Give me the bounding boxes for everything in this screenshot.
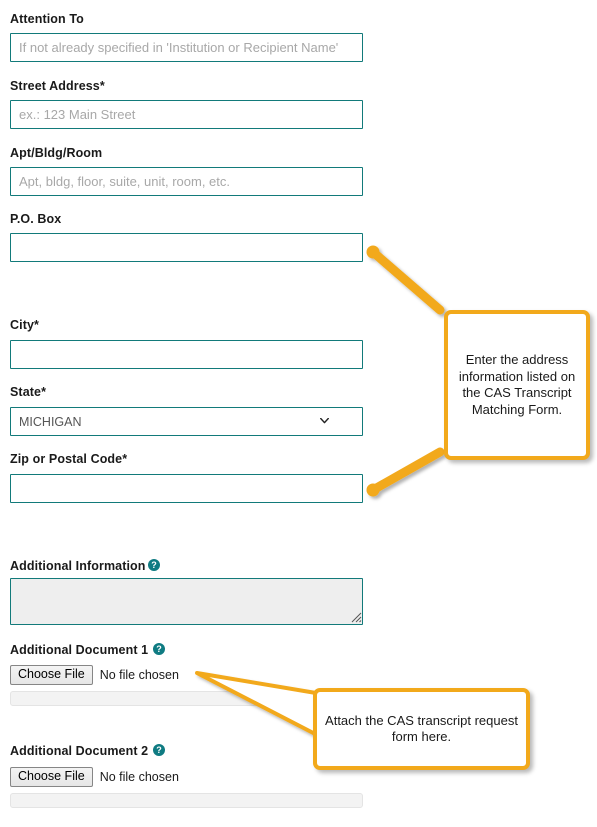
address-callout[interactable]: Enter the address information listed on … (444, 310, 590, 460)
label-additional-document-2: Additional Document 2 (10, 744, 149, 758)
upload-progress-bar-1 (10, 691, 363, 706)
attach-callout-text: Attach the CAS transcript request form h… (325, 712, 518, 745)
input-attention-to[interactable] (10, 33, 363, 62)
label-street-address: Street Address* (10, 79, 105, 93)
select-state[interactable]: MICHIGAN (10, 407, 363, 436)
file-row-additional-document-2: Choose File No file chosen (10, 767, 179, 787)
label-apt-bldg-room: Apt/Bldg/Room (10, 146, 103, 160)
input-po-box[interactable] (10, 233, 363, 262)
upload-progress-bar-2 (10, 793, 363, 808)
textarea-additional-information[interactable] (10, 578, 363, 625)
file-row-additional-document-1: Choose File No file chosen (10, 665, 179, 685)
choose-file-button-2[interactable]: Choose File (10, 767, 93, 787)
label-state: State* (10, 385, 47, 399)
state-select-wrap: MICHIGAN (0, 407, 373, 436)
help-icon-additional-information[interactable]: ? (148, 559, 160, 571)
file-status-2: No file chosen (99, 770, 179, 784)
input-zip-postal-code[interactable] (10, 474, 363, 503)
attach-callout[interactable]: Attach the CAS transcript request form h… (313, 688, 530, 770)
help-icon-additional-document-2[interactable]: ? (153, 744, 165, 756)
address-callout-text: Enter the address information listed on … (458, 352, 576, 417)
label-additional-information: Additional Information (10, 559, 146, 573)
label-zip-postal-code: Zip or Postal Code* (10, 452, 128, 466)
label-attention-to: Attention To (10, 12, 84, 26)
label-additional-document-1: Additional Document 1 (10, 643, 149, 657)
choose-file-button-1[interactable]: Choose File (10, 665, 93, 685)
input-street-address[interactable] (10, 100, 363, 129)
label-po-box: P.O. Box (10, 212, 62, 226)
input-apt-bldg-room[interactable] (10, 167, 363, 196)
help-icon-additional-document-1[interactable]: ? (153, 643, 165, 655)
input-city[interactable] (10, 340, 363, 369)
file-status-1: No file chosen (99, 668, 179, 682)
label-city: City* (10, 318, 39, 332)
